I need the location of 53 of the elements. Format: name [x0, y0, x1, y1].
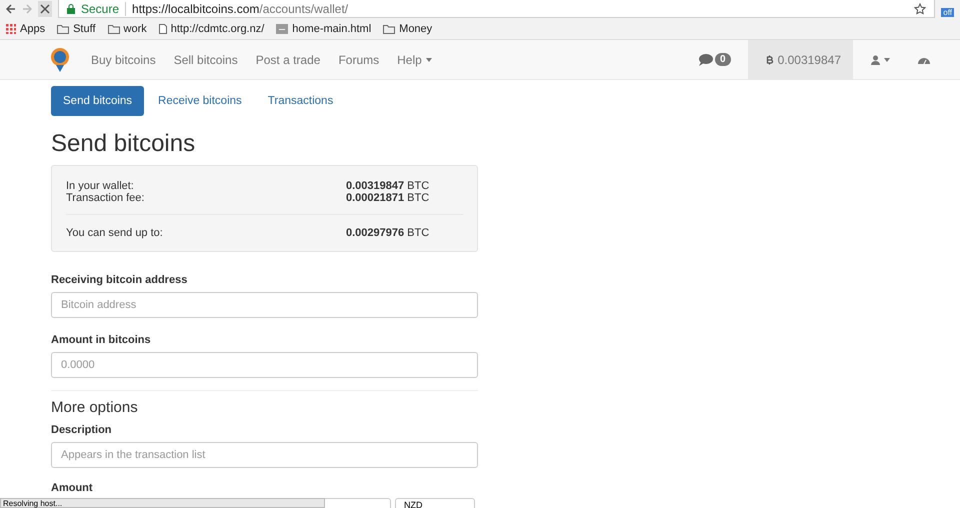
summary-label: You can send up to:	[66, 227, 164, 239]
messages-link[interactable]: 0	[690, 40, 740, 79]
url-text: https://localbitcoins.com/accounts/wallet/	[132, 2, 348, 16]
page-icon	[158, 24, 167, 34]
input-field[interactable]: Bitcoin address	[51, 292, 478, 318]
summary-value: 0.00021871 BTC	[346, 192, 430, 204]
back-icon[interactable]	[6, 4, 16, 14]
balance-link[interactable]: 0.00319847	[748, 40, 853, 79]
folder-icon	[108, 24, 120, 34]
section-heading: More options	[51, 399, 139, 416]
bookmark-label[interactable]: work	[124, 22, 147, 34]
bitcoin-icon	[766, 54, 774, 64]
input-field[interactable]: Appears in the transaction list	[51, 442, 478, 468]
secure-label: Secure	[81, 2, 126, 16]
bookmark-label[interactable]: Stuff	[73, 22, 96, 34]
bookmark-label[interactable]: home-main.html	[292, 22, 372, 34]
field-label: Receiving bitcoin address	[51, 274, 188, 286]
bookmark-label[interactable]: Money	[399, 22, 432, 34]
nav-link[interactable]: Post a trade	[246, 40, 330, 79]
lock-icon	[67, 4, 75, 14]
nav-link[interactable]: Sell bitcoins	[164, 40, 247, 79]
folder-icon	[383, 24, 396, 34]
logo-icon[interactable]	[50, 46, 70, 72]
status-tooltip: Resolving host...	[0, 498, 325, 508]
chat-icon	[699, 54, 714, 66]
summary-label: Transaction fee:	[66, 192, 146, 204]
page-heading: Send bitcoins	[51, 130, 196, 158]
extension-badge[interactable]: off	[941, 8, 954, 16]
star-icon[interactable]	[914, 2, 926, 14]
currency-select[interactable]: NZD	[395, 498, 475, 508]
message-count: 0	[715, 53, 731, 66]
nav-link[interactable]: Forums	[329, 40, 388, 79]
stop-icon[interactable]	[38, 1, 52, 17]
apps-icon	[6, 24, 16, 34]
site-icon	[276, 24, 288, 34]
tab[interactable]: Transactions	[256, 86, 346, 116]
field-label: Description	[51, 424, 113, 436]
input-field[interactable]: 0.0000	[51, 352, 478, 378]
tab[interactable]: Send bitcoins	[51, 86, 144, 116]
caret-icon	[884, 58, 890, 62]
address-bar[interactable]: Secure https://localbitcoins.com/accounts/wallet/	[58, 0, 936, 18]
user-icon	[871, 54, 880, 64]
bookmark-label[interactable]: http://cdmtc.org.nz/	[170, 22, 264, 34]
tab[interactable]: Receive bitcoins	[146, 86, 254, 116]
nav-link[interactable]: Buy bitcoins	[82, 40, 165, 79]
folder-icon	[57, 24, 70, 34]
bookmark-label[interactable]: Apps	[20, 22, 46, 34]
summary-label: In your wallet:	[66, 180, 135, 192]
field-label: Amount	[51, 482, 94, 494]
field-label: Amount in bitcoins	[51, 334, 152, 346]
summary-value: 0.00319847 BTC	[346, 180, 430, 192]
nav-link[interactable]: Help	[388, 40, 441, 79]
summary-value: 0.00297976 BTC	[346, 227, 430, 239]
